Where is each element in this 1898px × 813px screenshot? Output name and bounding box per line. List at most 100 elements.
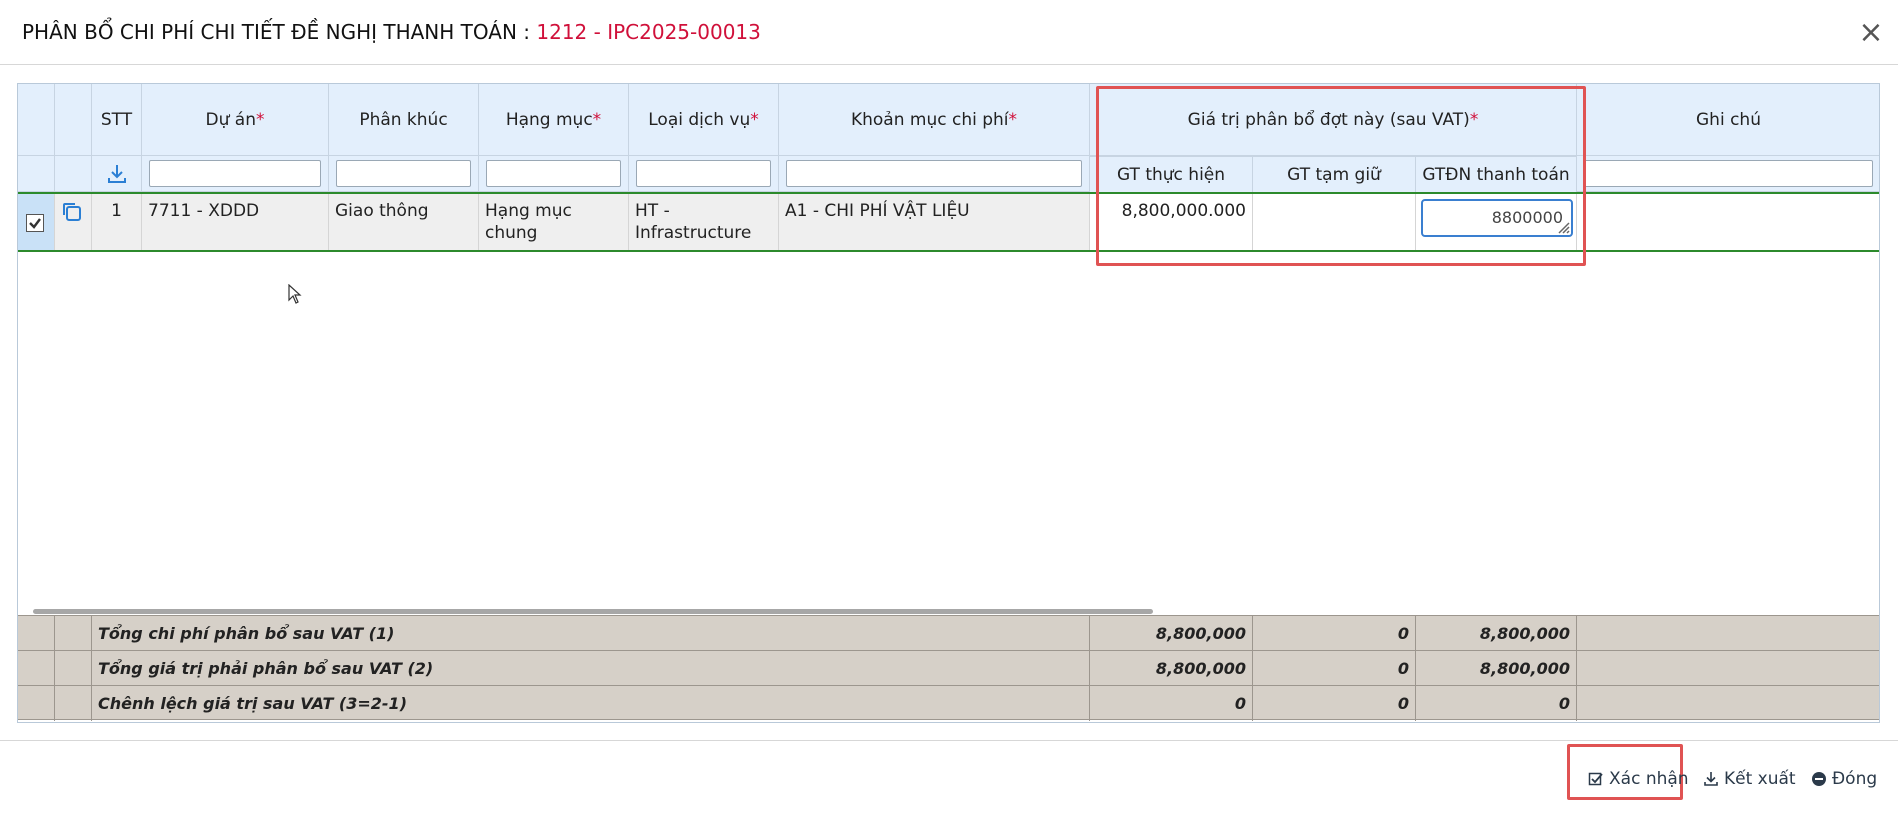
- summary-gt-tam-giu: 0: [1253, 651, 1416, 686]
- row-loai-dich-vu-line1: HT -: [635, 201, 670, 221]
- summary-gtdn: 8,800,000: [1416, 651, 1577, 686]
- dialog-title-code: 1212 - IPC2025-00013: [536, 20, 761, 44]
- confirm-button-label: Xác nhận: [1609, 769, 1689, 789]
- header-gia-tri-group: Giá trị phân bổ đợt này (sau VAT) *: [1090, 84, 1577, 156]
- filter-du-an-input[interactable]: [149, 160, 321, 187]
- header-loai-dich-vu-label: Loại dịch vụ: [648, 109, 751, 130]
- summary-label: Chênh lệch giá trị sau VAT (3=2-1): [92, 686, 1090, 721]
- download-icon[interactable]: [92, 156, 142, 192]
- grid-empty-area: [18, 252, 1879, 612]
- dialog-footer: Xác nhận Kết xuất Đóng: [0, 740, 1898, 813]
- row-select-cell[interactable]: [18, 194, 55, 250]
- required-mark: *: [1008, 109, 1018, 130]
- filter-hang-muc-input[interactable]: [486, 160, 621, 187]
- row-gt-thuc-hien[interactable]: 8,800,000.000: [1090, 194, 1253, 250]
- row-ghi-chu[interactable]: [1577, 194, 1879, 250]
- summary-gt-tam-giu: 0: [1253, 616, 1416, 651]
- header-stt[interactable]: STT: [92, 84, 142, 156]
- filter-hang-muc: [479, 156, 629, 192]
- summary-gt-thuc-hien: 8,800,000: [1090, 651, 1253, 686]
- header-stt-label: STT: [100, 109, 133, 130]
- row-khoan-muc[interactable]: A1 - CHI PHÍ VẬT LIỆU: [779, 194, 1090, 250]
- export-button-label: Kết xuất: [1724, 769, 1796, 789]
- confirm-button[interactable]: Xác nhận: [1588, 769, 1689, 789]
- summary-blank: [55, 651, 92, 686]
- minus-circle-icon: [1812, 772, 1826, 786]
- header-action: [55, 84, 92, 156]
- row-loai-dich-vu-line2: Infrastructure: [635, 223, 752, 243]
- summary-row-2: Tổng giá trị phải phân bổ sau VAT (2) 8,…: [18, 650, 1879, 686]
- summary-blank: [18, 686, 55, 721]
- filter-ghi-chu: [1577, 156, 1879, 192]
- row-stt: 1: [92, 194, 142, 250]
- dialog-header: PHÂN BỔ CHI PHÍ CHI TIẾT ĐỀ NGHỊ THANH T…: [0, 0, 1898, 65]
- allocation-grid: STT Dự án * Phân khúc Hạng mục * Loại dịch…: [17, 83, 1880, 723]
- export-button[interactable]: Kết xuất: [1703, 769, 1796, 789]
- check-square-icon: [1588, 772, 1603, 786]
- copy-icon[interactable]: [55, 194, 92, 250]
- summary-row-1: Tổng chi phí phân bổ sau VAT (1) 8,800,0…: [18, 615, 1879, 651]
- header-gia-tri-group-label: Giá trị phân bổ đợt này (sau VAT): [1187, 109, 1470, 130]
- summary-gt-thuc-hien: 8,800,000: [1090, 616, 1253, 651]
- close-button-label: Đóng: [1832, 769, 1878, 789]
- required-mark: *: [255, 109, 265, 130]
- header-gt-thuc-hien[interactable]: GT thực hiện: [1090, 156, 1253, 192]
- dialog-title: PHÂN BỔ CHI PHÍ CHI TIẾT ĐỀ NGHỊ THANH T…: [22, 20, 761, 44]
- header-ghi-chu-label: Ghi chú: [1696, 109, 1761, 130]
- filter-khoan-muc-input[interactable]: [786, 160, 1082, 187]
- header-phan-khuc[interactable]: Phân khúc: [329, 84, 479, 156]
- horizontal-scrollbar[interactable]: [33, 609, 1153, 614]
- check-icon: [29, 218, 41, 229]
- header-gt-thuc-hien-label: GT thực hiện: [1116, 164, 1226, 185]
- filter-loai-dich-vu: [629, 156, 779, 192]
- header-ghi-chu[interactable]: Ghi chú: [1577, 84, 1879, 156]
- required-mark: *: [592, 109, 602, 130]
- close-button[interactable]: Đóng: [1811, 769, 1877, 789]
- summary-blank: [18, 651, 55, 686]
- filter-khoan-muc: [779, 156, 1090, 192]
- summary-label: Tổng chi phí phân bổ sau VAT (1): [92, 616, 1090, 651]
- header-khoan-muc[interactable]: Khoản mục chi phí *: [779, 84, 1090, 156]
- row-loai-dich-vu[interactable]: HT - Infrastructure: [629, 194, 779, 250]
- header-select: [18, 84, 55, 156]
- required-mark: *: [750, 109, 759, 130]
- row-checkbox[interactable]: [26, 214, 44, 232]
- header-hang-muc-label: Hạng mục: [505, 109, 593, 130]
- header-du-an[interactable]: Dự án *: [142, 84, 329, 156]
- header-gt-tam-giu[interactable]: GT tạm giữ: [1253, 156, 1416, 192]
- header-gt-tam-giu-label: GT tạm giữ: [1287, 164, 1381, 185]
- row-du-an[interactable]: 7711 - XDDD: [142, 194, 329, 250]
- row-hang-muc[interactable]: Hạng mục chung: [479, 194, 629, 250]
- filter-select: [18, 156, 55, 192]
- filter-action: [55, 156, 92, 192]
- filter-ghi-chu-input[interactable]: [1584, 160, 1873, 187]
- summary-gt-thuc-hien: 0: [1090, 686, 1253, 721]
- summary-blank: [55, 616, 92, 651]
- required-mark: *: [1469, 109, 1479, 130]
- header-loai-dich-vu[interactable]: Loại dịch vụ *: [629, 84, 779, 156]
- row-phan-khuc[interactable]: Giao thông: [329, 194, 479, 250]
- dialog-title-text: PHÂN BỔ CHI PHÍ CHI TIẾT ĐỀ NGHỊ THANH T…: [22, 20, 537, 44]
- row-gtdn-thanh-toan[interactable]: 8800000: [1416, 194, 1577, 250]
- download-icon: [1704, 772, 1718, 786]
- header-hang-muc[interactable]: Hạng mục *: [479, 84, 629, 156]
- summary-gtdn: 0: [1416, 686, 1577, 721]
- header-gtdn-thanh-toan[interactable]: GTĐN thanh toán: [1416, 156, 1577, 192]
- summary-row-3: Chênh lệch giá trị sau VAT (3=2-1) 0 0 0: [18, 685, 1879, 721]
- summary-blank: [55, 686, 92, 721]
- header-gtdn-thanh-toan-label: GTĐN thanh toán: [1422, 164, 1570, 185]
- summary-blank: [18, 616, 55, 651]
- close-icon[interactable]: ×: [1856, 18, 1886, 48]
- summary-gtdn: 8,800,000: [1416, 616, 1577, 651]
- filter-du-an: [142, 156, 329, 192]
- header-phan-khuc-label: Phân khúc: [359, 109, 448, 130]
- filter-phan-khuc: [329, 156, 479, 192]
- row-gt-tam-giu[interactable]: [1253, 194, 1416, 250]
- summary-label: Tổng giá trị phải phân bổ sau VAT (2): [92, 651, 1090, 686]
- filter-loai-dich-vu-input[interactable]: [636, 160, 771, 187]
- resize-grip-icon[interactable]: [1556, 220, 1570, 234]
- header-du-an-label: Dự án: [205, 109, 256, 130]
- filter-phan-khuc-input[interactable]: [336, 160, 471, 187]
- gtdn-thanh-toan-input[interactable]: 8800000: [1421, 199, 1573, 237]
- header-khoan-muc-label: Khoản mục chi phí: [850, 109, 1009, 130]
